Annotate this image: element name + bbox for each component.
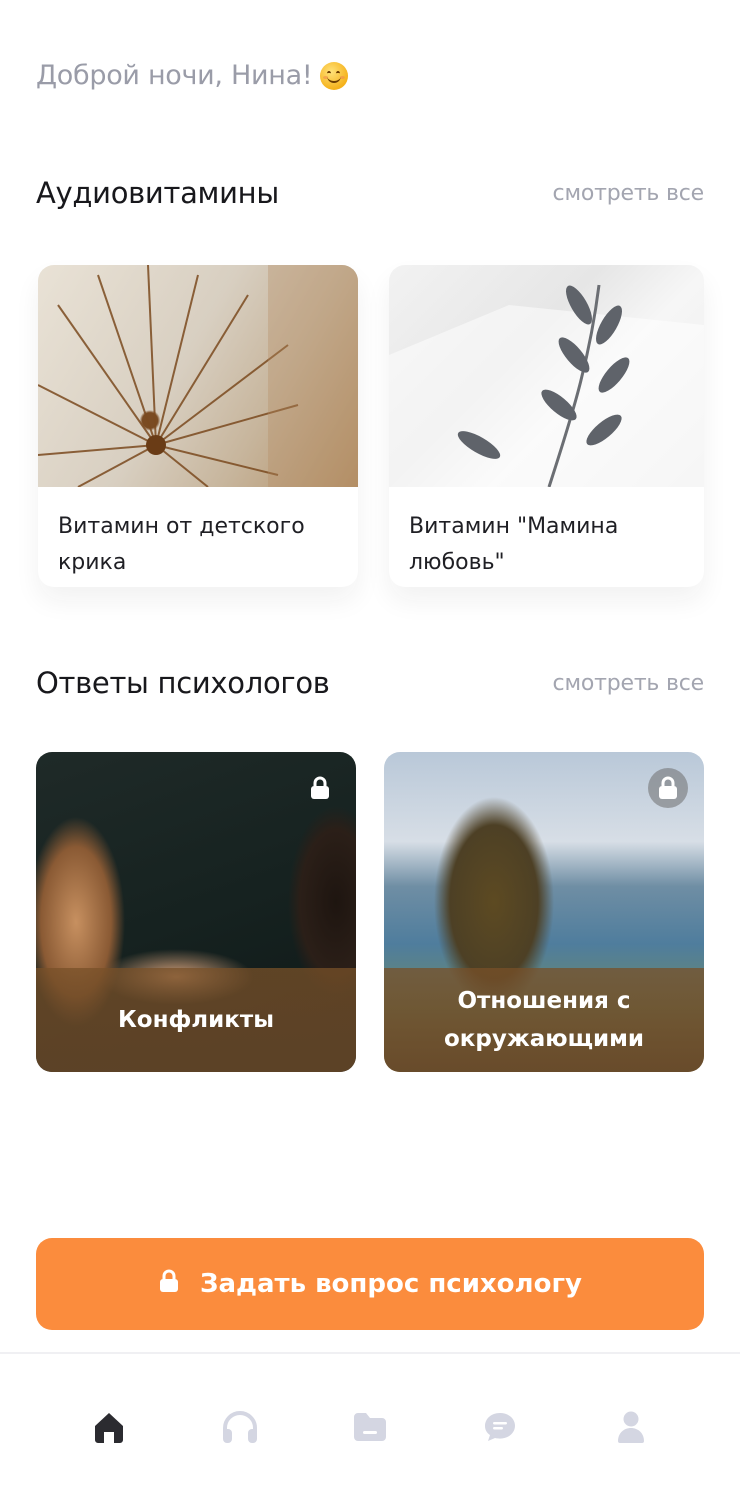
folder-icon bbox=[353, 1413, 386, 1441]
psy-card-title: Конфликты bbox=[36, 968, 356, 1072]
greeting: Доброй ночи, Нина! bbox=[36, 60, 349, 91]
audio-card-2[interactable]: Витамин "Мамина любовь" bbox=[389, 265, 704, 587]
lock-icon bbox=[158, 1269, 180, 1300]
bottom-tab-bar bbox=[0, 1354, 740, 1500]
tab-materials[interactable] bbox=[341, 1398, 399, 1456]
home-icon bbox=[95, 1413, 124, 1443]
plant-image bbox=[389, 284, 704, 487]
psy-see-all-link[interactable]: смотреть все bbox=[553, 671, 705, 696]
profile-icon bbox=[617, 1411, 644, 1443]
lock-icon bbox=[300, 768, 340, 808]
tab-audio[interactable] bbox=[211, 1398, 269, 1456]
smile-emoji-icon bbox=[320, 61, 349, 90]
ask-psychologist-button[interactable]: Задать вопрос психологу bbox=[36, 1238, 704, 1330]
lock-icon bbox=[648, 768, 688, 808]
psy-card-title: Отношения с окружающими bbox=[384, 968, 704, 1072]
audio-card-title: Витамин от детского крика bbox=[58, 514, 305, 575]
tab-home[interactable] bbox=[80, 1398, 138, 1456]
audio-card-image bbox=[389, 265, 704, 487]
tab-chat[interactable] bbox=[471, 1398, 529, 1456]
audio-card-title: Витамин "Мамина любовь" bbox=[409, 514, 619, 575]
audio-section-header: Аудиовитамины смотреть все bbox=[36, 176, 704, 210]
psy-card-relations[interactable]: Отношения с окружающими bbox=[384, 752, 704, 1072]
psy-card-conflicts[interactable]: Конфликты bbox=[36, 752, 356, 1072]
psy-section-header: Ответы психологов смотреть все bbox=[36, 666, 704, 700]
dandelion-image bbox=[38, 265, 358, 487]
ask-psychologist-label: Задать вопрос психологу bbox=[199, 1269, 582, 1299]
greeting-text: Доброй ночи, Нина! bbox=[36, 60, 313, 91]
chat-icon bbox=[485, 1413, 516, 1441]
audio-see-all-link[interactable]: смотреть все bbox=[553, 181, 705, 206]
audio-card-1[interactable]: Витамин от детского крика bbox=[38, 265, 358, 587]
audio-card-image bbox=[38, 265, 358, 487]
tab-profile[interactable] bbox=[602, 1398, 660, 1456]
audio-section-title: Аудиовитамины bbox=[36, 176, 279, 210]
psy-section-title: Ответы психологов bbox=[36, 666, 330, 700]
headphones-icon bbox=[222, 1411, 257, 1443]
